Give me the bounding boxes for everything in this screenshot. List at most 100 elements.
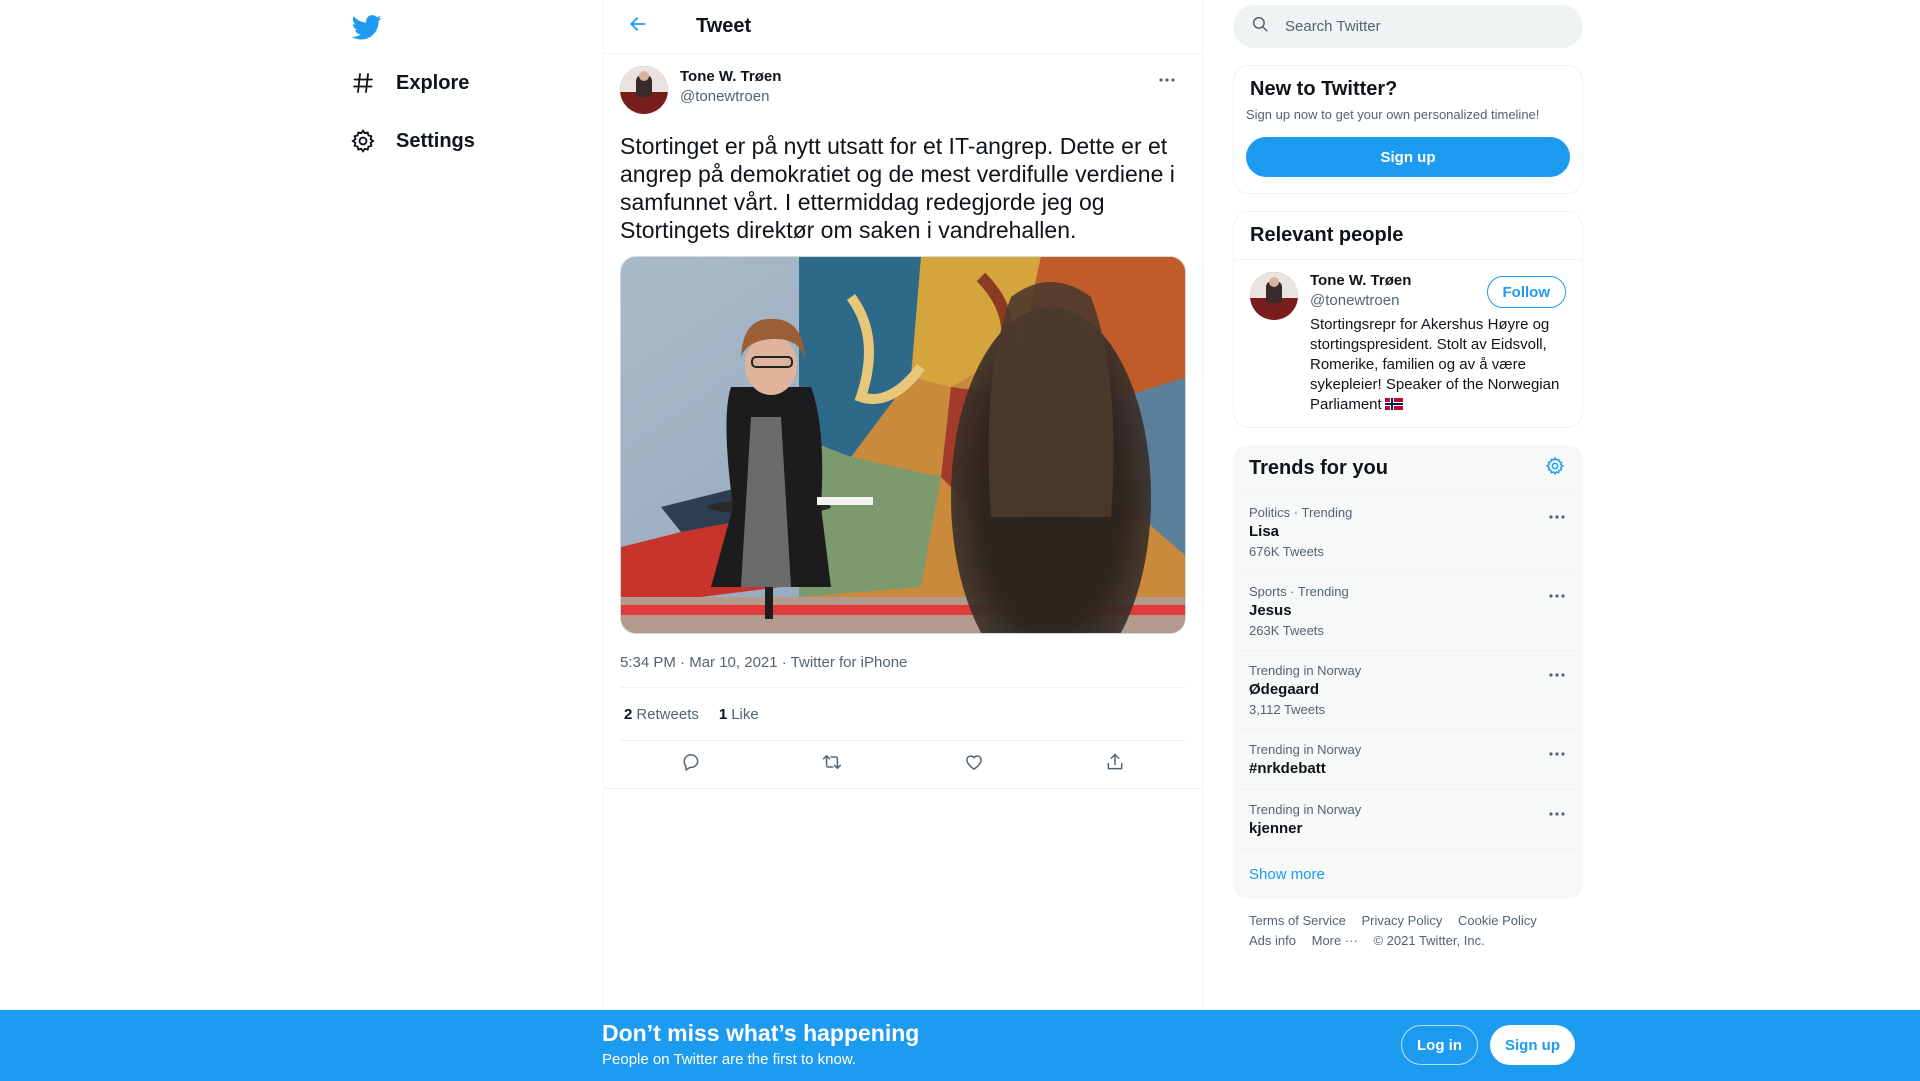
reply-button[interactable] (674, 748, 708, 782)
trend-more-button[interactable] (1547, 584, 1567, 604)
retweets-stat[interactable]: 2 Retweets (624, 706, 699, 723)
reply-icon (681, 752, 701, 777)
retweet-label: Retweets (636, 705, 699, 723)
bottom-signup-bar: Don’t miss what’s happening People on Tw… (0, 1010, 1920, 1081)
trend-category: Trending in Norway (1249, 802, 1362, 817)
footer-link-more[interactable]: More ··· (1312, 933, 1358, 948)
share-icon (1105, 752, 1125, 777)
trend-item[interactable]: Trending in Norway Ødegaard 3,112 Tweets (1233, 651, 1583, 730)
bottom-bar-title: Don’t miss what’s happening (602, 1020, 920, 1046)
trend-count: 263K Tweets (1249, 623, 1324, 638)
meta-separator: · (675, 654, 690, 671)
trend-count: 676K Tweets (1249, 544, 1324, 559)
ellipsis-icon (1549, 803, 1565, 821)
like-button[interactable] (957, 748, 991, 782)
footer-links: Terms of Service Privacy Policy Cookie P… (1233, 899, 1583, 963)
trend-name: kjenner (1249, 820, 1303, 837)
nav-item-settings[interactable]: Settings (350, 121, 475, 161)
trend-count: 3,112 Tweets (1249, 702, 1326, 717)
main-header: Tweet (604, 0, 1202, 54)
trend-item[interactable]: Politics · Trending Lisa 676K Tweets (1233, 493, 1583, 572)
arrow-left-icon (628, 14, 648, 39)
footer-link-terms[interactable]: Terms of Service (1249, 913, 1346, 928)
nav-label-settings: Settings (396, 129, 475, 152)
tweet-actions (604, 741, 1202, 789)
sign-up-button[interactable]: Sign up (1246, 137, 1570, 177)
bottom-sign-up-button[interactable]: Sign up (1490, 1025, 1575, 1065)
log-in-button[interactable]: Log in (1401, 1025, 1478, 1065)
search-bar[interactable] (1233, 5, 1583, 48)
tweet-time[interactable]: 5:34 PM (620, 654, 676, 671)
bottom-bar-subtitle: People on Twitter are the first to know. (602, 1051, 857, 1068)
trend-name: #nrkdebatt (1249, 760, 1326, 777)
tweet-stats: 2 Retweets 1 Like (620, 688, 1186, 741)
ellipsis-icon (1549, 585, 1565, 603)
new-to-twitter-title: New to Twitter? (1250, 78, 1398, 100)
right-sidebar: New to Twitter? Sign up now to get your … (1233, 0, 1583, 963)
like-count: 1 (718, 705, 728, 723)
ellipsis-icon (1549, 664, 1565, 682)
nav-item-explore[interactable]: Explore (350, 63, 469, 103)
tweet-source[interactable]: Twitter for iPhone (791, 654, 908, 671)
avatar[interactable] (1250, 272, 1298, 320)
follow-button[interactable]: Follow (1486, 276, 1566, 308)
gear-icon (350, 128, 376, 154)
tweet-photo[interactable] (620, 256, 1186, 634)
footer-link-cookie[interactable]: Cookie Policy (1458, 913, 1537, 928)
trend-category: Trending in Norway (1249, 742, 1362, 757)
bottom-bar-text: Don’t miss what’s happening People on Tw… (602, 1020, 919, 1068)
search-input[interactable] (1285, 18, 1545, 35)
tweet-more-button[interactable] (1156, 68, 1178, 88)
share-button[interactable] (1098, 748, 1132, 782)
norway-flag-icon (1384, 398, 1403, 410)
trend-item[interactable]: Trending in Norway #nrkdebatt (1233, 730, 1583, 790)
show-more-link[interactable]: Show more (1233, 850, 1583, 899)
relevant-people-title: Relevant people (1234, 212, 1582, 260)
like-label: Like (731, 705, 759, 723)
trend-more-button[interactable] (1547, 742, 1567, 762)
trend-more-button[interactable] (1547, 802, 1567, 822)
ellipsis-icon (1159, 69, 1175, 87)
trends-header: Trends for you (1233, 445, 1583, 493)
relevant-person[interactable]: Tone W. Trøen @tonewtroen Stortingsrepr … (1234, 260, 1582, 427)
tweet: Tone W. Trøen @tonewtroen Stortinget er … (604, 54, 1202, 789)
tweet-date[interactable]: Mar 10, 2021 (689, 654, 777, 671)
main-column: Tweet Tone W. Trøen @tonewtroen Storting… (603, 0, 1203, 1010)
trend-name: Ødegaard (1249, 681, 1320, 698)
search-icon (1251, 15, 1269, 38)
trend-name: Jesus (1249, 602, 1292, 619)
trends-settings-button[interactable] (1543, 456, 1567, 481)
footer-link-privacy[interactable]: Privacy Policy (1361, 913, 1442, 928)
retweet-button[interactable] (815, 748, 849, 782)
heart-icon (964, 752, 984, 777)
likes-stat[interactable]: 1 Like (719, 706, 759, 723)
twitter-bird-icon[interactable] (351, 12, 382, 42)
relevant-person-bio: Stortingsrepr for Akershus Høyre og stor… (1310, 315, 1565, 415)
footer-link-ads-info[interactable]: Ads info (1249, 933, 1296, 948)
gear-icon (1545, 456, 1565, 481)
tweet-photo-image (621, 257, 1185, 633)
trend-item[interactable]: Sports · Trending Jesus 263K Tweets (1233, 572, 1583, 651)
trend-item[interactable]: Trending in Norway kjenner (1233, 790, 1583, 850)
retweet-count: 2 (624, 705, 633, 723)
tweet-timestamp: 5:34 PM · Mar 10, 2021 · Twitter for iPh… (620, 654, 1186, 688)
relevant-people-card: Relevant people Tone W. Trøen @tonewtroe… (1233, 211, 1583, 428)
back-button[interactable] (624, 13, 652, 41)
trend-name: Lisa (1249, 523, 1280, 540)
trend-category: Trending in Norway (1249, 663, 1362, 678)
trends-card: Trends for you Politics · Trending Lisa … (1233, 445, 1583, 899)
page-title: Tweet (696, 15, 752, 37)
footer-copyright: © 2021 Twitter, Inc. (1373, 933, 1485, 948)
meta-separator: · (777, 654, 791, 671)
trend-more-button[interactable] (1547, 663, 1567, 683)
trends-title: Trends for you (1249, 457, 1388, 479)
trend-more-button[interactable] (1547, 505, 1567, 525)
author-handle[interactable]: @tonewtroen (680, 88, 781, 105)
tweet-author-row: Tone W. Trøen @tonewtroen (620, 66, 1186, 116)
hashtag-icon (350, 70, 376, 96)
avatar[interactable] (620, 66, 668, 114)
retweet-icon (821, 752, 843, 777)
new-to-twitter-subtitle: Sign up now to get your own personalized… (1246, 107, 1540, 122)
author-name[interactable]: Tone W. Trøen (680, 68, 781, 85)
ellipsis-icon (1549, 743, 1565, 761)
